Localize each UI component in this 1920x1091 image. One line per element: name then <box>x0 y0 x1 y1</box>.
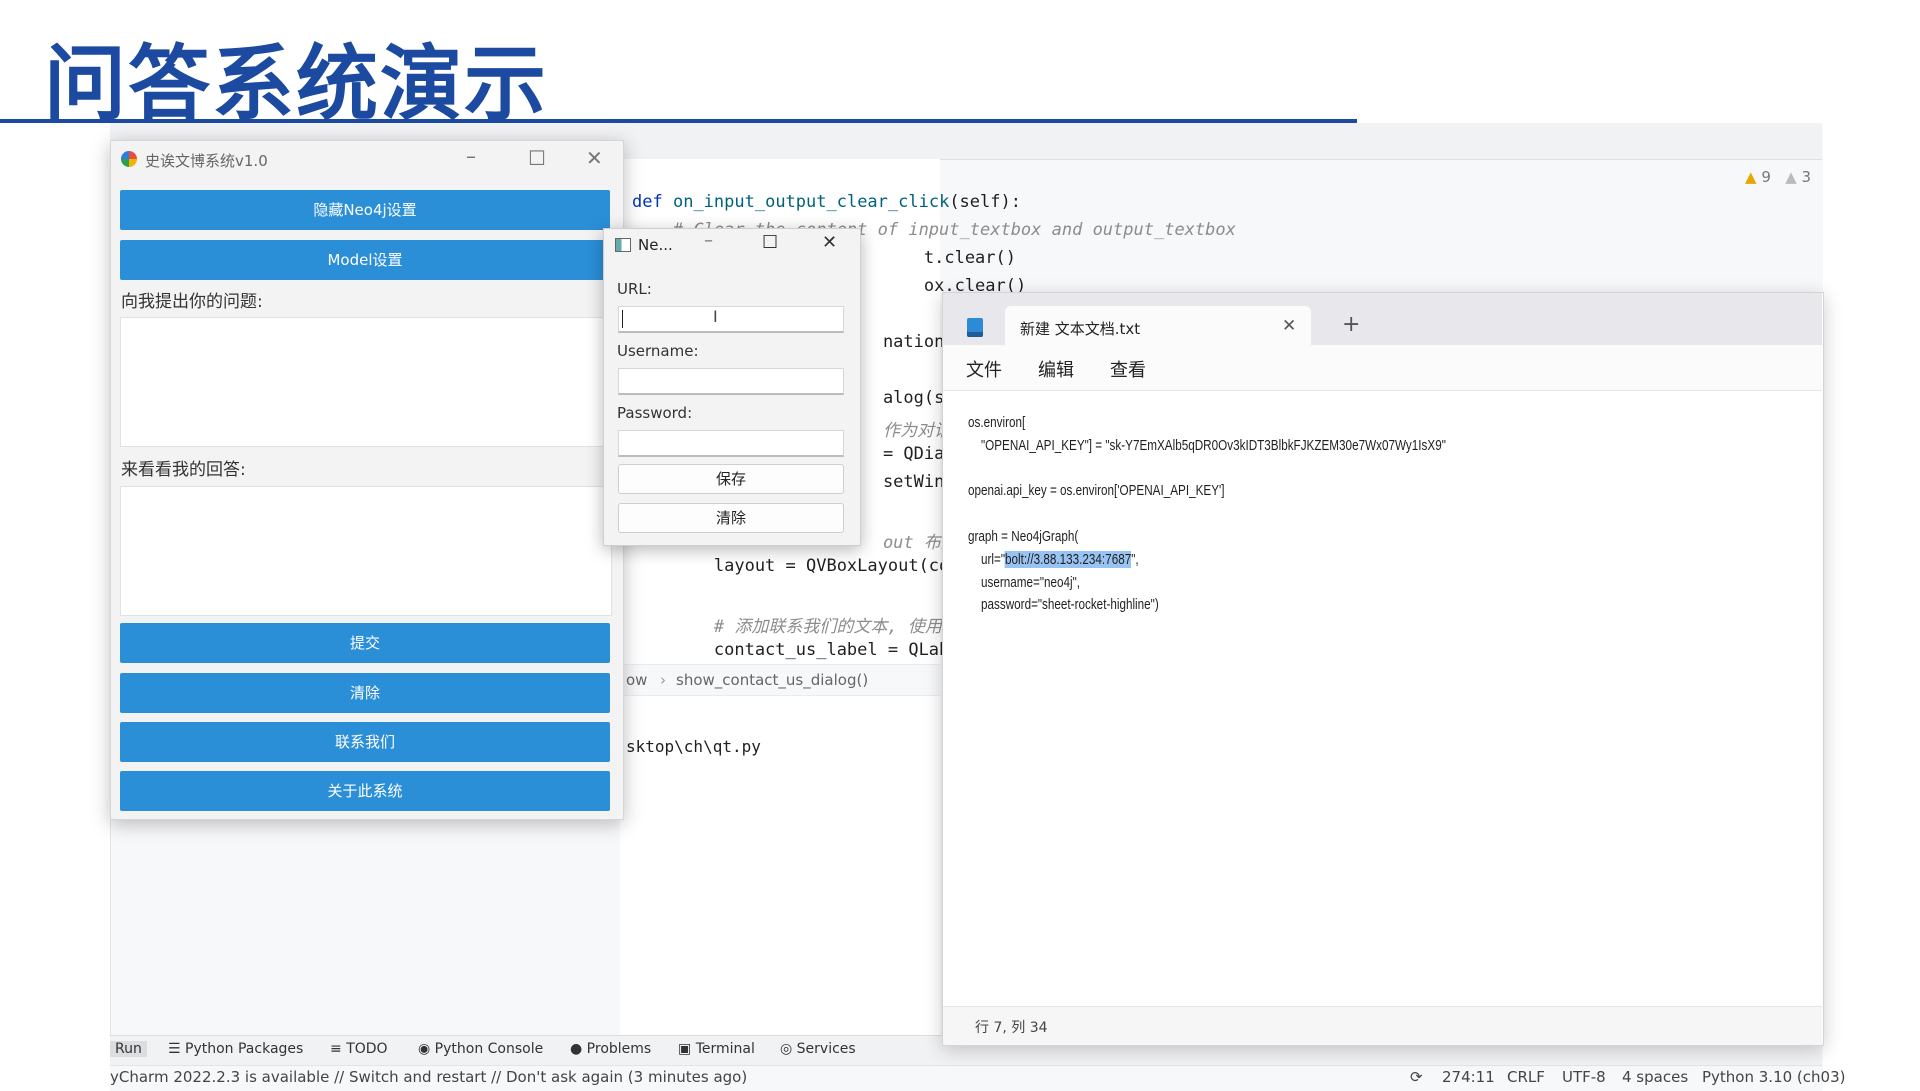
run-output-panel: sktop\ch\qt.py <box>620 695 940 1036</box>
selected-url-text[interactable]: bolt://3.88.133.234:7687 <box>1005 550 1132 568</box>
tool-tab-problems[interactable]: ● Problems <box>570 1041 651 1057</box>
warning-count: 9 <box>1761 168 1771 186</box>
dialog-clear-button[interactable]: 清除 <box>618 503 844 533</box>
notepad-line: openai.api_key = os.environ['OPENAI_API_… <box>968 482 1225 500</box>
notepad-cursor-position: 行 7, 列 34 <box>975 1020 1048 1036</box>
warning-icon: ▲ <box>1745 168 1757 186</box>
notepad-line: graph = Neo4jGraph( <box>968 528 1079 545</box>
clear-button[interactable]: 清除 <box>120 673 610 713</box>
password-label: Password: <box>617 404 693 422</box>
username-label: Username: <box>617 342 699 360</box>
notepad-line: password="sheet-rocket-highline") <box>968 596 1159 614</box>
dialog-minimize-icon[interactable]: – <box>704 230 713 251</box>
app-window-title: 史诶文博系统v1.0 <box>145 152 268 170</box>
tool-tab-terminal[interactable]: ▣ Terminal <box>678 1041 755 1057</box>
python-icon: ◉ <box>418 1041 435 1057</box>
file-encoding[interactable]: UTF-8 <box>1562 1068 1606 1086</box>
hide-neo4j-settings-button[interactable]: 隐藏Neo4j设置 <box>120 190 610 230</box>
list-icon: ≡ <box>330 1041 347 1057</box>
run-path: sktop\ch\qt.py <box>626 737 761 756</box>
breadcrumb: ow › show_contact_us_dialog() <box>620 664 940 695</box>
dialog-title: Ne... <box>638 236 673 254</box>
tab-close-icon[interactable]: ✕ <box>1282 316 1296 336</box>
url-input[interactable]: I <box>618 306 844 333</box>
menu-file[interactable]: 文件 <box>966 356 1002 382</box>
dialog-maximize-icon[interactable]: ☐ <box>762 232 778 253</box>
url-line-tail: ", <box>1131 550 1139 568</box>
indent-setting[interactable]: 4 spaces <box>1622 1068 1688 1086</box>
close-icon[interactable]: ✕ <box>586 146 603 170</box>
dialog-app-icon <box>615 238 631 252</box>
app-logo-icon <box>121 151 137 167</box>
services-icon: ◎ <box>780 1041 797 1057</box>
python-interpreter[interactable]: Python 3.10 (ch03) <box>1702 1068 1845 1086</box>
breadcrumb-method[interactable]: show_contact_us_dialog() <box>676 671 868 689</box>
breadcrumb-class[interactable]: ow <box>626 671 647 689</box>
notepad-line: os.environ[ <box>968 414 1026 431</box>
weak-warning-count: 3 <box>1801 168 1812 186</box>
code-line: def on_input_output_clear_click(self): <box>632 192 1021 212</box>
menu-view[interactable]: 查看 <box>1110 356 1146 382</box>
password-input[interactable] <box>618 430 844 457</box>
code-line: t.clear() <box>842 248 1016 268</box>
notepad-line: username="neo4j", <box>968 573 1081 591</box>
save-button[interactable]: 保存 <box>618 464 844 494</box>
sync-icon: ⟳ <box>1410 1068 1423 1086</box>
tool-tab-python-console[interactable]: ◉ Python Console <box>418 1041 543 1057</box>
submit-button[interactable]: 提交 <box>120 623 610 663</box>
menu-edit[interactable]: 编辑 <box>1038 356 1074 382</box>
url-label: URL: <box>617 280 652 298</box>
model-settings-button[interactable]: Model设置 <box>120 240 610 280</box>
inspection-badges[interactable]: ▲ 9 ▲ 3 <box>1745 168 1811 186</box>
question-input[interactable] <box>120 317 612 447</box>
tool-tab-run[interactable]: Run <box>110 1041 147 1057</box>
tool-tab-python-packages[interactable]: ☰ Python Packages <box>168 1041 303 1057</box>
contact-us-button[interactable]: 联系我们 <box>120 722 610 762</box>
notepad-line: url="bolt://3.88.133.234:7687", <box>968 550 1139 568</box>
notepad-line: "OPENAI_API_KEY"] = "sk-Y7EmXAlb5qDR0Ov3… <box>968 436 1446 454</box>
update-notification[interactable]: yCharm 2022.2.3 is available // Switch a… <box>110 1068 747 1086</box>
answer-label: 来看看我的回答: <box>121 460 246 480</box>
answer-output[interactable] <box>120 486 612 616</box>
minimize-icon[interactable]: – <box>466 144 476 168</box>
text-caret <box>622 310 623 328</box>
code-line: contact_us_label = QLabel( <box>632 640 980 660</box>
code-line: layout = QVBoxLayout(conta <box>632 556 980 576</box>
terminal-icon: ▣ <box>678 1041 696 1057</box>
line-separator[interactable]: CRLF <box>1507 1068 1545 1086</box>
dialog-close-icon[interactable]: ✕ <box>822 232 837 253</box>
new-tab-icon[interactable]: + <box>1342 312 1360 337</box>
about-system-button[interactable]: 关于此系统 <box>120 771 610 811</box>
weak-warning-icon: ▲ <box>1785 168 1797 186</box>
breadcrumb-separator-icon: › <box>660 671 666 689</box>
tool-tab-services[interactable]: ◎ Services <box>780 1041 856 1057</box>
question-label: 向我提出你的问题: <box>121 292 263 312</box>
code-line: # 添加联系我们的文本, 使用 HTML <box>632 617 993 637</box>
tool-tab-todo[interactable]: ≡ TODO <box>330 1041 388 1057</box>
username-input[interactable] <box>618 368 844 395</box>
notepad-status-bar: 行 7, 列 34 <box>943 1006 1822 1045</box>
notepad-icon <box>967 318 983 337</box>
layers-icon: ☰ <box>168 1041 186 1057</box>
i-beam-cursor-icon: I <box>713 307 718 326</box>
notepad-tab-title: 新建 文本文档.txt <box>1020 320 1141 338</box>
caret-position[interactable]: 274:11 <box>1442 1068 1495 1086</box>
maximize-icon[interactable]: ☐ <box>528 146 546 170</box>
problems-icon: ● <box>570 1041 587 1057</box>
